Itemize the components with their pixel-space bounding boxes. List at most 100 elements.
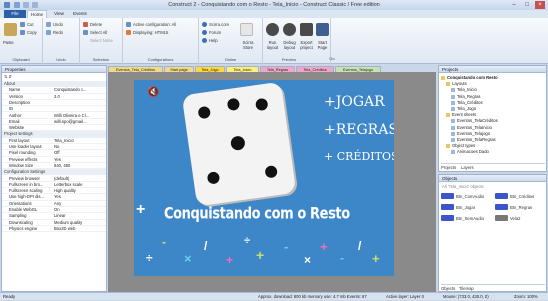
math-symbol: / — [204, 239, 208, 253]
project-tree-label: Eventos_Telajogo — [457, 130, 491, 136]
tab-file[interactable]: File — [4, 10, 26, 18]
project-tree-item[interactable]: Tela_Jogo — [451, 106, 541, 112]
tab-projects[interactable]: Projects — [441, 165, 456, 170]
store-icon[interactable] — [240, 23, 253, 36]
project-tree-label: Tela_Inicio — [457, 87, 477, 93]
paste-button[interactable]: Paste — [3, 40, 14, 45]
math-symbol: ÷ — [146, 251, 153, 265]
project-tree-item[interactable]: Eventos_TelaCréditos — [451, 118, 541, 124]
scirra-link[interactable]: Scirra.com — [209, 22, 229, 27]
run-icon[interactable] — [266, 23, 279, 36]
tab-view[interactable]: View — [50, 10, 68, 18]
tab-objects[interactable]: Objects — [441, 286, 455, 291]
help-link[interactable]: Help — [209, 38, 218, 43]
tab-tilemap[interactable]: Tilemap — [459, 286, 474, 291]
minimize-button[interactable]: – — [509, 1, 519, 9]
math-symbol: × — [184, 251, 192, 266]
paste-icon[interactable] — [4, 23, 17, 36]
file-icon — [451, 150, 455, 155]
maximize-button[interactable]: □ — [522, 1, 532, 9]
project-tree-item[interactable]: Tela_Créditos — [451, 100, 541, 106]
project-tree-item[interactable]: Animacoes Dado — [451, 149, 541, 155]
object-item[interactable]: Btn_Jogar — [441, 203, 493, 212]
delete-button[interactable]: Delete — [90, 22, 102, 27]
object-label: Btn_Jogar — [456, 205, 476, 210]
redo-button[interactable]: Redo — [53, 30, 63, 35]
configurations-group: Active configuration: All Displaying: HT… — [123, 18, 199, 64]
object-label: Btn_ComAudio — [456, 194, 485, 199]
debug-icon[interactable] — [283, 23, 296, 36]
tab-home[interactable]: Home — [27, 10, 47, 18]
credits-menu-button[interactable]: + CRÉDITOS — [324, 150, 394, 163]
selection-group: Delete Select All Select None Selection — [80, 18, 123, 64]
cut-icon[interactable] — [20, 22, 25, 27]
object-thumbnail-icon — [441, 193, 454, 199]
export-project-button[interactable]: Export project — [298, 40, 315, 50]
object-thumbnail-icon — [441, 215, 454, 221]
displaying-dropdown[interactable]: Displaying: HTML5 — [133, 30, 168, 35]
property-value[interactable]: Box2D web — [54, 226, 75, 231]
redo-icon[interactable] — [32, 2, 38, 8]
active-configuration-dropdown[interactable]: Active configuration: All — [133, 22, 176, 27]
game-stage[interactable]: 🔇 +JOGAR +REGRAS + CRÉDITOS Conquistando… — [134, 80, 394, 276]
forum-icon — [202, 30, 207, 35]
object-item[interactable]: Btn_SemAudio — [441, 214, 493, 223]
objects-filter[interactable]: All 'Tela_Inicio' objects — [442, 184, 484, 189]
math-symbol: ÷ — [244, 235, 251, 247]
category-project-settings-label: Project settings — [4, 131, 33, 137]
project-tree-item[interactable]: Eventos_Telajogo — [451, 131, 541, 137]
dice-image[interactable] — [181, 81, 297, 207]
status-bar: Ready Approx. download: 800 kb memory us… — [0, 292, 548, 300]
project-tree-item[interactable]: Event sheets — [446, 112, 541, 118]
audio-off-icon[interactable]: 🔇 — [147, 88, 159, 98]
tab-events[interactable]: Events — [70, 10, 90, 18]
object-item[interactable]: Btn_ComAudio — [441, 192, 493, 201]
tab-layers[interactable]: Layers — [461, 165, 474, 170]
file-icon — [451, 119, 455, 124]
export-icon[interactable] — [300, 23, 313, 36]
project-tree-item[interactable]: Tela_Regras — [451, 94, 541, 100]
select-all-icon[interactable] — [83, 30, 88, 35]
start-page-button[interactable]: Start Page — [314, 40, 331, 50]
copy-icon[interactable] — [20, 30, 25, 35]
project-tree-item[interactable]: Conquistando com Resto — [441, 75, 541, 81]
debug-layout-button[interactable]: Debug layout — [281, 40, 298, 50]
redo-icon[interactable] — [46, 30, 51, 35]
object-item[interactable]: Vela2 — [495, 214, 547, 223]
undo-icon[interactable] — [46, 22, 51, 27]
project-tree-item[interactable]: Eventos_TelaRegras — [451, 137, 541, 143]
projects-bottom-tabs: Projects Layers — [441, 163, 545, 170]
object-label: Vela2 — [510, 216, 521, 221]
rules-menu-button[interactable]: +REGRAS — [324, 122, 394, 138]
project-tree-item[interactable]: Tela_Inicio — [451, 87, 541, 93]
project-tree-label: Layouts — [452, 81, 467, 87]
forum-link[interactable]: Forum — [209, 30, 221, 35]
object-item[interactable]: Btn_Créditos — [495, 192, 547, 201]
undo-icon[interactable] — [23, 2, 29, 8]
project-tree-label: Animacoes Dado — [457, 149, 489, 155]
close-button[interactable]: × — [535, 1, 545, 9]
objects-bottom-tabs: Objects Tilemap — [441, 284, 545, 291]
window-title: Construct 2 - Conquistando com o Resto -… — [168, 2, 380, 8]
select-all-button[interactable]: Select All — [90, 30, 107, 35]
select-none-button[interactable]: Select None — [90, 38, 113, 43]
help-icon — [202, 38, 207, 43]
project-tree-item[interactable]: Layouts — [446, 81, 541, 87]
store-button[interactable]: Scirra Store — [237, 40, 259, 50]
copy-button[interactable]: Copy — [27, 30, 37, 35]
save-icon[interactable] — [14, 2, 20, 8]
object-item[interactable]: Btn_Regras — [495, 203, 547, 212]
cut-button[interactable]: Cut — [27, 22, 34, 27]
category-about-label: About — [4, 81, 15, 86]
property-row[interactable]: Physics engine Box2D web — [2, 226, 106, 233]
file-icon — [451, 100, 455, 105]
home-icon[interactable] — [316, 23, 329, 36]
run-layout-button[interactable]: Run layout — [264, 40, 281, 50]
project-tree-item[interactable]: Object types — [446, 143, 541, 149]
undo-button[interactable]: Undo — [53, 22, 63, 27]
project-tree-item[interactable]: Eventos_TelaInicio — [451, 125, 541, 131]
delete-icon[interactable] — [83, 22, 88, 27]
math-symbol: - — [340, 251, 344, 265]
play-menu-button[interactable]: +JOGAR — [324, 94, 385, 110]
math-symbol: + — [226, 253, 234, 267]
